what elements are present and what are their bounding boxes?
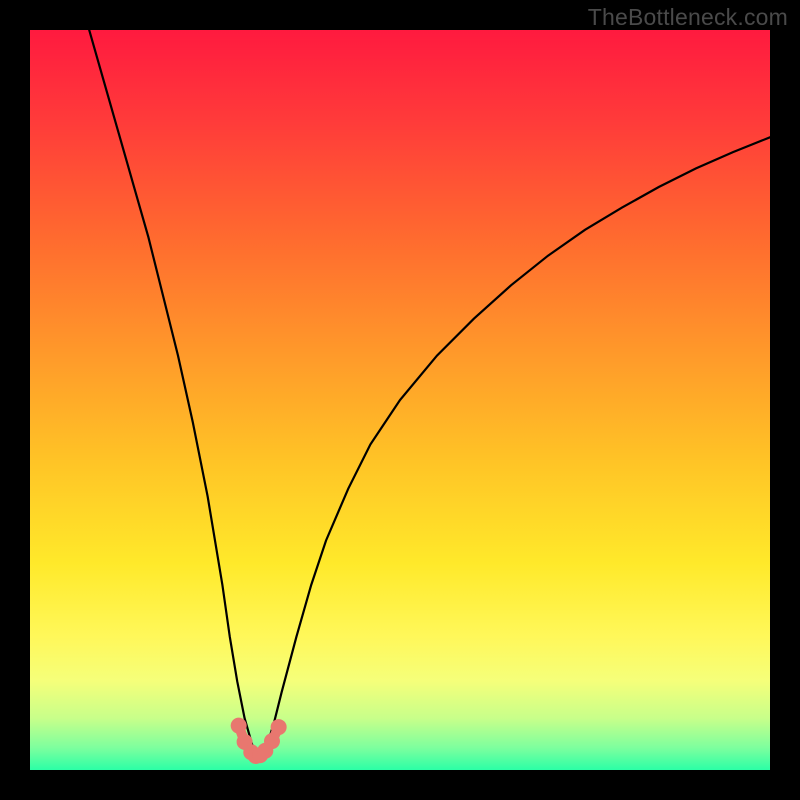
marker-dot (271, 719, 287, 735)
chart-frame: TheBottleneck.com (0, 0, 800, 800)
bottleneck-curve (89, 30, 770, 757)
marker-arc-dots (231, 718, 287, 764)
marker-dot (264, 733, 280, 749)
watermark-text: TheBottleneck.com (588, 4, 788, 31)
curve-layer (30, 30, 770, 770)
plot-area (30, 30, 770, 770)
marker-dot (231, 718, 247, 734)
